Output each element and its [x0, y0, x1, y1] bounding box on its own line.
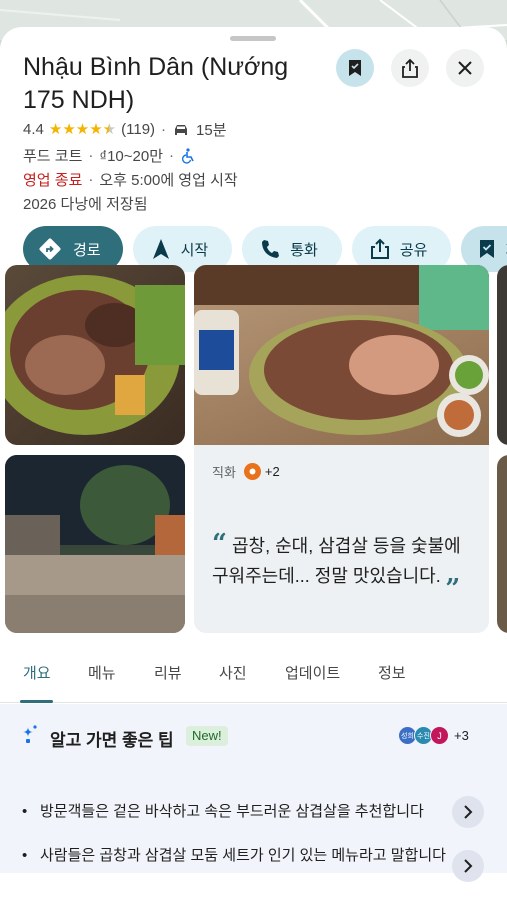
- tips-title: 알고 가면 좋은 팁: [50, 731, 174, 750]
- exterior-image: [5, 455, 185, 633]
- separator-dot: ·: [169, 147, 175, 164]
- tab-reviews[interactable]: 리뷰: [154, 662, 182, 683]
- saved-list-label: 2026 다낭에 저장됨: [23, 196, 148, 213]
- bullet: •: [22, 803, 28, 820]
- review-snippet-card[interactable]: 직화 +2 “ 곱창, 순대, 삼겹살 등을 숯불에 구워주는데... 정말 맛…: [194, 445, 489, 633]
- save-button[interactable]: [336, 49, 374, 87]
- active-tab-indicator: [20, 700, 53, 703]
- tip-text: 방문객들은 겉은 바삭하고 속은 부드러운 삼겹살을 추천합니다: [40, 803, 424, 820]
- car-icon: [175, 124, 188, 135]
- phone-icon: [262, 240, 280, 258]
- bookmark-icon: [480, 240, 495, 258]
- separator-dot: ·: [161, 121, 167, 138]
- table-image: [194, 265, 489, 437]
- food-photo-table[interactable]: [194, 265, 489, 445]
- price-range: ₫10~20만: [99, 148, 164, 165]
- place-tabs: 개요 메뉴 리뷰 사진 업데이트 정보: [0, 651, 507, 703]
- directions-icon: [39, 238, 61, 260]
- saved-list-row[interactable]: 2026 다낭에 저장됨: [23, 193, 148, 214]
- tip-expand-button[interactable]: [452, 850, 484, 882]
- share-label: 공유: [399, 241, 428, 259]
- avatar: J: [430, 726, 449, 745]
- tips-section: 알고 가면 좋은 팁 New! 성희 수진 J +3 • 방문객들은 겉은 바삭…: [0, 704, 507, 882]
- open-quote-icon: “: [212, 529, 227, 559]
- tab-about[interactable]: 정보: [378, 662, 406, 683]
- open-status: 영업 종료: [23, 172, 83, 189]
- tip-item[interactable]: • 사람들은 곱창과 삼겹살 모둠 세트가 인기 있는 메뉴라고 말합니다: [22, 845, 492, 867]
- category-row: 푸드 코트 · ₫10~20만 ·: [23, 145, 196, 166]
- next-photo-edge[interactable]: [497, 455, 507, 633]
- review-author-row: 직화 +2: [212, 462, 280, 481]
- wheelchair-icon: [182, 147, 194, 164]
- tab-menu[interactable]: 메뉴: [88, 662, 116, 683]
- local-guide-badge-icon: [243, 463, 261, 480]
- tip-expand-button[interactable]: [452, 796, 484, 828]
- new-badge: New!: [186, 726, 228, 746]
- opening-time: 오후 5:00에 영업 시작: [99, 172, 238, 189]
- review-author: 직화: [212, 465, 236, 480]
- bookmark-icon: [349, 60, 361, 76]
- star-rating: ★ ★ ★ ★ ★: [49, 122, 116, 137]
- tab-overview[interactable]: 개요: [23, 662, 51, 683]
- close-button[interactable]: [446, 49, 484, 87]
- food-photo-platter[interactable]: [5, 265, 185, 445]
- restaurant-exterior-photo[interactable]: [5, 455, 185, 633]
- share-icon: [402, 58, 418, 78]
- directions-label: 경로: [73, 241, 101, 259]
- next-photo-edge[interactable]: [497, 265, 507, 445]
- navigation-icon: [152, 239, 169, 259]
- platter-image: [5, 275, 185, 435]
- close-icon: [458, 61, 472, 75]
- review-count: (119): [121, 121, 156, 138]
- star-icon: ★: [48, 121, 63, 138]
- tab-photos[interactable]: 사진: [219, 662, 247, 683]
- chevron-right-icon: [464, 859, 473, 873]
- half-star-icon: ★: [102, 121, 117, 138]
- start-label: 시작: [180, 241, 209, 259]
- bullet: •: [22, 847, 28, 864]
- avatars-more-count: +3: [454, 728, 469, 743]
- hours-row[interactable]: 영업 종료 · 오후 5:00에 영업 시작: [23, 169, 238, 190]
- share-button[interactable]: [391, 49, 429, 87]
- call-label: 통화: [290, 241, 318, 259]
- close-quote-icon: „: [445, 559, 461, 589]
- rating-value: 4.4: [23, 121, 44, 138]
- tab-updates[interactable]: 업데이트: [285, 662, 340, 683]
- separator-dot: ·: [88, 147, 94, 164]
- rating-row[interactable]: 4.4 ★ ★ ★ ★ ★ (119) · 15분: [23, 119, 227, 140]
- ai-sparkle-icon: [23, 725, 37, 743]
- drag-handle[interactable]: [230, 36, 276, 41]
- place-title: Nhậu Bình Dân (Nướng 175 NDH): [23, 53, 289, 114]
- share-icon: [370, 238, 389, 259]
- separator-dot: ·: [88, 171, 94, 188]
- star-icon: ★: [89, 121, 103, 138]
- star-icon: ★: [75, 121, 90, 138]
- review-quote: “ 곱창, 순대, 삼겹살 등을 숯불에 구워주는데... 정말 맛있습니다. …: [212, 530, 480, 590]
- tip-text: 사람들은 곱창과 삼겹살 모둠 세트가 인기 있는 메뉴라고 말합니다: [40, 847, 446, 864]
- drive-time: 15분: [196, 122, 227, 139]
- review-extra-count: +2: [264, 464, 280, 479]
- category-label: 푸드 코트: [23, 148, 83, 165]
- star-icon: ★: [62, 121, 76, 138]
- contributor-avatars[interactable]: 성희 수진 J +3: [398, 726, 469, 745]
- chevron-right-icon: [464, 805, 473, 819]
- tip-item[interactable]: • 방문객들은 겉은 바삭하고 속은 부드러운 삼겹살을 추천합니다: [22, 801, 492, 823]
- review-text: 곱창, 순대, 삼겹살 등을 숯불에 구워주는데... 정말 맛있습니다.: [212, 536, 461, 586]
